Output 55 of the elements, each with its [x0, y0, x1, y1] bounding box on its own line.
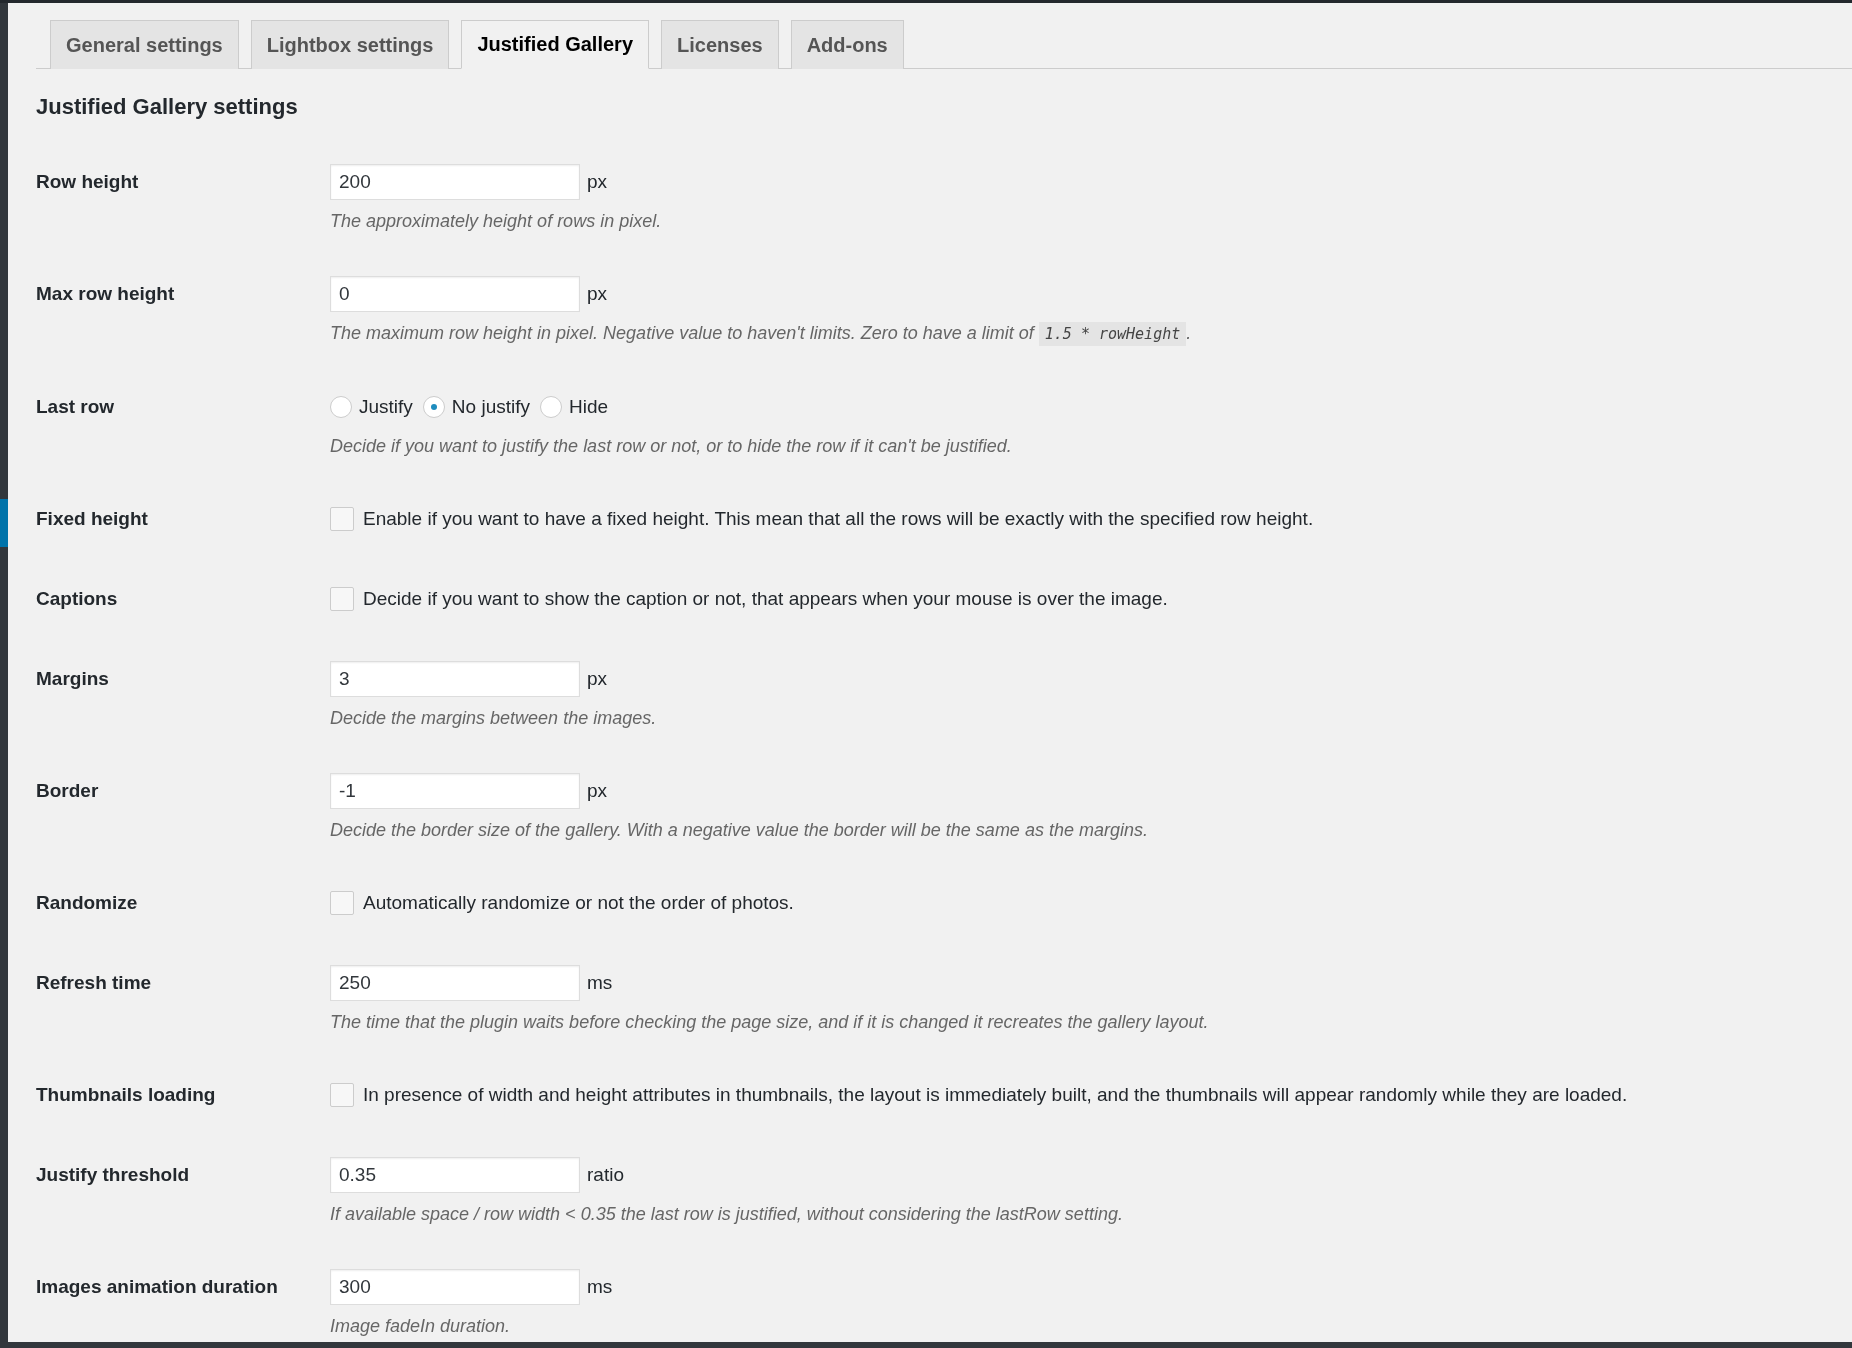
- radio-label[interactable]: No justify: [451, 396, 530, 418]
- input-field[interactable]: -1: [330, 773, 580, 809]
- input-field[interactable]: 250: [330, 965, 580, 1001]
- unit-label: ms: [587, 1276, 613, 1298]
- description: Image fadeIn duration.: [330, 1315, 512, 1337]
- checkbox[interactable]: [330, 587, 354, 611]
- tab[interactable]: Add-ons: [790, 20, 904, 69]
- description: The time that the plugin waits before checking the page size, and if it is changed it recreates the gallery layout.: [330, 1011, 1210, 1033]
- checkbox[interactable]: [330, 1083, 354, 1107]
- input-field[interactable]: 3: [330, 661, 580, 697]
- unit-label: ms: [587, 972, 613, 994]
- checkbox[interactable]: [330, 507, 354, 531]
- unit-label: px: [587, 283, 608, 305]
- unit-label: px: [587, 171, 608, 193]
- setting-label: Captions: [36, 587, 119, 611]
- input-field[interactable]: 300: [330, 1269, 580, 1305]
- setting-label: Max row height: [36, 282, 176, 306]
- setting-label: Images animation duration: [36, 1275, 279, 1299]
- tab[interactable]: Justified Gallery: [461, 20, 649, 69]
- description: The approximately height of rows in pixel.: [330, 210, 663, 232]
- radio-button[interactable]: [330, 396, 352, 418]
- description: Decide the border size of the gallery. With a negative value the border will be the same as the margins.: [330, 819, 1149, 841]
- tab[interactable]: Lightbox settings: [250, 20, 450, 69]
- radio-label[interactable]: Hide: [569, 396, 609, 418]
- description: If available space / row width < 0.35 the last row is justified, without considering the lastRow setting.: [330, 1203, 1124, 1225]
- unit-label: px: [587, 780, 608, 802]
- setting-label: Justify threshold: [36, 1163, 191, 1187]
- checkbox[interactable]: [330, 891, 354, 915]
- setting-label: Fixed height: [36, 507, 149, 531]
- description: Decide the margins between the images.: [330, 707, 658, 729]
- tab[interactable]: Licenses: [661, 20, 779, 69]
- current-menu-marker: [0, 499, 8, 547]
- radio-button[interactable]: [540, 396, 562, 418]
- section-heading: Justified Gallery settings: [36, 93, 299, 121]
- checkbox-label[interactable]: In presence of width and height attributes in thumbnails, the layout is immediately built, and the thumbnails will appear randomly while they are loaded.: [363, 1084, 1628, 1106]
- setting-label: Row height: [36, 170, 140, 194]
- checkbox-label[interactable]: Automatically randomize or not the order of photos.: [363, 892, 794, 914]
- unit-label: ratio: [587, 1164, 624, 1186]
- tab[interactable]: General settings: [50, 20, 239, 69]
- setting-label: Thumbnails loading: [36, 1083, 217, 1107]
- radio-label[interactable]: Justify: [359, 396, 413, 418]
- setting-label: Randomize: [36, 891, 139, 915]
- setting-label: Border: [36, 779, 100, 803]
- setting-label: Refresh time: [36, 971, 153, 995]
- description: Decide if you want to justify the last row or not, or to hide the row if it can't be justified.: [330, 435, 1013, 457]
- input-field[interactable]: 200: [330, 164, 580, 200]
- input-field[interactable]: 0: [330, 276, 580, 312]
- input-field[interactable]: 0.35: [330, 1157, 580, 1193]
- setting-label: Last row: [36, 395, 116, 419]
- unit-label: px: [587, 668, 608, 690]
- description: The maximum row height in pixel. Negative value to haven't limits. Zero to have a limit of 1.5 * rowHeight .: [330, 322, 1852, 345]
- checkbox-label[interactable]: Decide if you want to show the caption or not, that appears when your mouse is over the image.: [363, 588, 1168, 610]
- setting-label: Margins: [36, 667, 110, 691]
- checkbox-label[interactable]: Enable if you want to have a fixed height. This mean that all the rows will be exactly with the specified row height.: [363, 508, 1314, 530]
- radio-button[interactable]: [422, 396, 445, 418]
